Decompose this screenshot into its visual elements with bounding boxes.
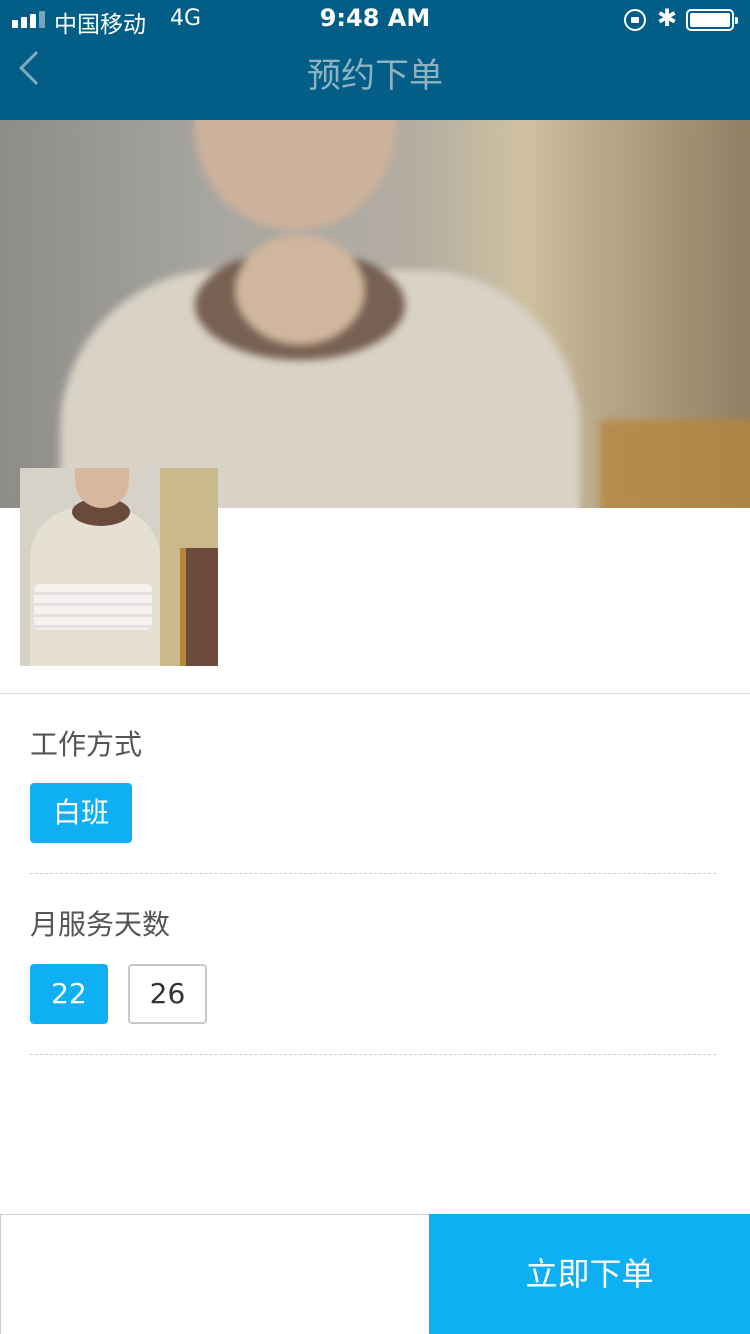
header: 中国移动 4G 9:48 AM ✱ 预约下单 (0, 0, 750, 120)
battery-icon (686, 9, 738, 31)
dashed-divider (30, 1054, 716, 1055)
service-days-label: 月服务天数 (30, 908, 171, 941)
work-mode-option-day-shift[interactable]: 白班 (30, 783, 132, 843)
status-bar: 中国移动 4G 9:48 AM ✱ (0, 0, 750, 40)
divider (0, 693, 750, 694)
orientation-lock-icon (624, 9, 646, 31)
service-thumbnail-image (20, 468, 218, 666)
bluetooth-icon: ✱ (657, 4, 678, 32)
order-now-button[interactable]: 立即下单 (429, 1214, 750, 1334)
hero-banner-image (0, 120, 750, 508)
dashed-divider (30, 873, 716, 874)
work-mode-label: 工作方式 (30, 728, 143, 761)
service-days-option-26[interactable]: 26 (128, 964, 207, 1024)
nav-bar: 预约下单 (0, 40, 750, 120)
page-title: 预约下单 (307, 56, 443, 96)
booking-page: 中国移动 4G 9:48 AM ✱ 预约下单 工作方式 白班 月服务天数 22 … (0, 0, 750, 1334)
service-days-option-22[interactable]: 22 (30, 964, 108, 1024)
